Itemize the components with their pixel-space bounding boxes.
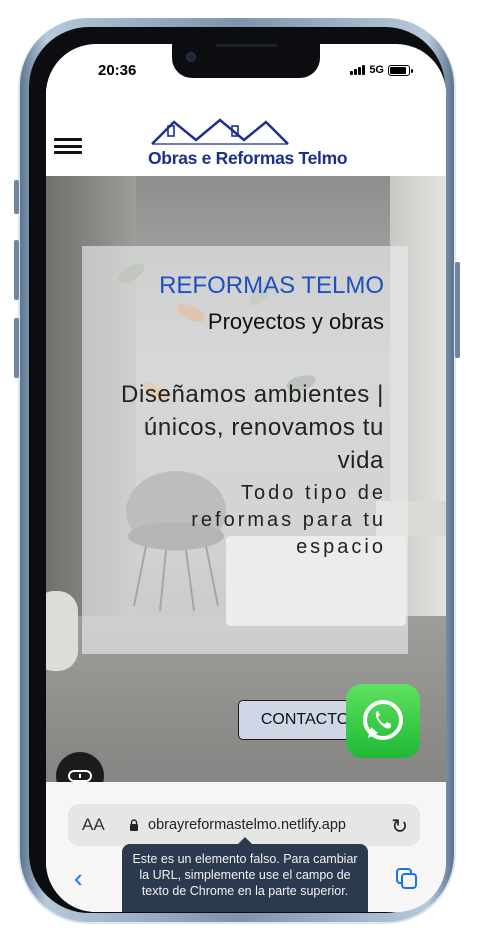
hero-section: REFORMAS TELMO Proyectos y obras Diseñam… — [46, 176, 446, 782]
speaker-grille — [216, 44, 278, 47]
hero-tagline: Diseñamos ambientes | únicos, renovamos … — [121, 381, 384, 474]
lock-icon — [130, 819, 138, 831]
fake-element-tooltip: Este es un elemento falso. Para cambiar … — [122, 837, 368, 912]
house-roofs-icon — [151, 118, 289, 145]
phone-screen: 20:36 5G Obras e Reformas Telmo REFORMAS… — [46, 44, 446, 912]
status-time: 20:36 — [98, 62, 137, 79]
signal-icon — [350, 65, 366, 75]
front-camera — [186, 52, 196, 62]
browser-toolbar: AA obrayreformastelmo.netlify.app ↻ ‹ Es… — [46, 782, 446, 912]
whatsapp-icon[interactable] — [346, 684, 420, 758]
logo-text: Obras e Reformas Telmo — [148, 148, 348, 168]
site-logo[interactable]: Obras e Reformas Telmo — [142, 118, 372, 174]
hero-subtitle: Proyectos y obras — [207, 309, 384, 334]
status-indicators: 5G — [350, 64, 413, 76]
tabs-icon[interactable] — [396, 868, 418, 890]
reload-icon[interactable]: ↻ — [391, 814, 408, 839]
chevron-left-icon[interactable]: ‹ — [74, 863, 83, 894]
notch — [172, 44, 320, 78]
hero-brand: REFORMAS TELMO — [159, 272, 384, 299]
url-text[interactable]: obrayreformastelmo.netlify.app — [148, 817, 346, 833]
hero-description: Todo tipo de reformas para tu espacio — [191, 482, 386, 558]
power-button — [455, 262, 460, 358]
hero-text-panel: REFORMAS TELMO Proyectos y obras Diseñam… — [82, 246, 408, 654]
network-label: 5G — [369, 64, 384, 76]
phone-frame: 20:36 5G Obras e Reformas Telmo REFORMAS… — [20, 18, 454, 922]
text-size-button[interactable]: AA — [82, 815, 105, 835]
hamburger-icon[interactable] — [54, 138, 82, 154]
site-header: Obras e Reformas Telmo — [46, 88, 446, 176]
battery-level — [390, 66, 407, 74]
toilet-image — [46, 591, 78, 671]
volume-up-button — [14, 240, 19, 300]
mute-switch — [14, 180, 19, 214]
screenshot-stage: 20:36 5G Obras e Reformas Telmo REFORMAS… — [0, 0, 478, 943]
battery-icon — [388, 64, 413, 76]
volume-down-button — [14, 318, 19, 378]
phone-bezel: 20:36 5G Obras e Reformas Telmo REFORMAS… — [29, 27, 446, 913]
